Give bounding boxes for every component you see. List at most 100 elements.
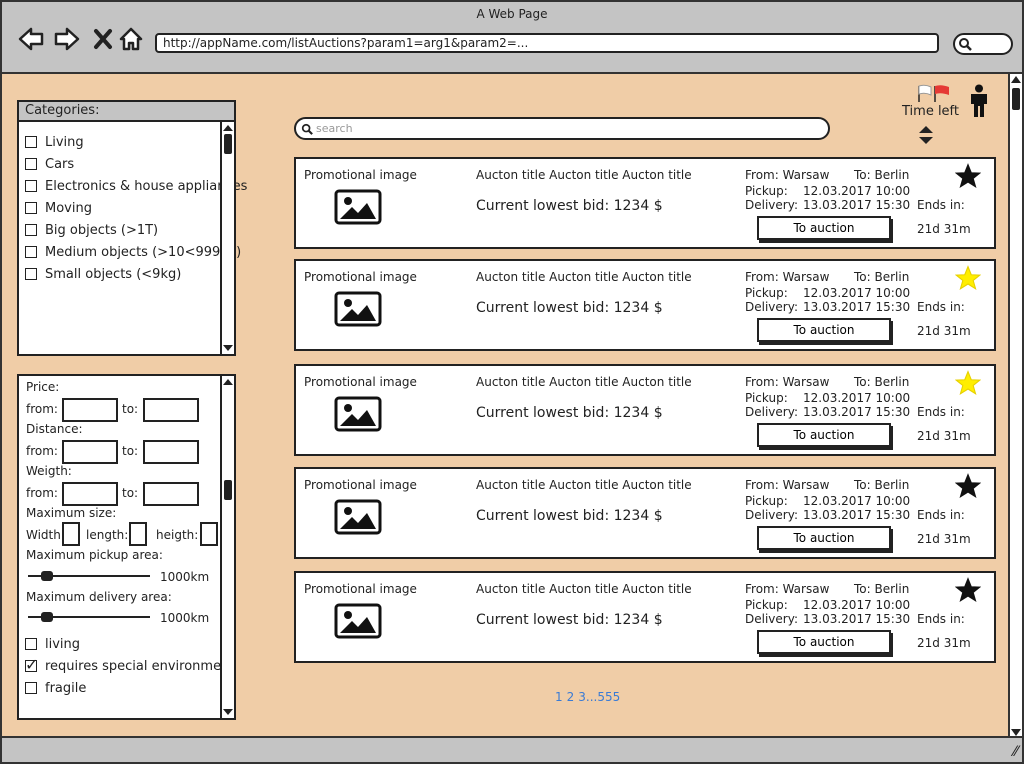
- time-remaining: 21d 31m: [917, 324, 971, 338]
- auction-title[interactable]: Aucton title Aucton title Aucton title: [476, 270, 692, 284]
- pickup-date: 12.03.2017 10:00: [803, 598, 911, 612]
- current-bid: Current lowest bid: 1234 $: [476, 300, 663, 316]
- scroll-up-icon[interactable]: [223, 125, 233, 131]
- browser-search-field[interactable]: [953, 33, 1013, 55]
- forward-icon[interactable]: [52, 24, 82, 54]
- weight-from-input[interactable]: [62, 482, 118, 506]
- to-auction-button[interactable]: To auction: [757, 423, 891, 447]
- category-checkbox[interactable]: [25, 224, 37, 236]
- filter-option-checkbox[interactable]: [25, 638, 37, 650]
- price-to-input[interactable]: [143, 398, 199, 422]
- star-icon[interactable]: [954, 370, 982, 396]
- filters-panel: Price: from: to: Distance: from: to: Wei…: [17, 374, 236, 720]
- category-item[interactable]: Living: [25, 132, 84, 152]
- home-icon[interactable]: [116, 24, 146, 54]
- back-icon[interactable]: [16, 24, 46, 54]
- filters-scrollbar[interactable]: [220, 376, 234, 718]
- page-scrollbar[interactable]: [1008, 74, 1022, 738]
- category-item[interactable]: Cars: [25, 154, 74, 174]
- to-auction-button[interactable]: To auction: [757, 630, 891, 654]
- to-auction-button[interactable]: To auction: [757, 318, 891, 342]
- page-link[interactable]: 2: [567, 690, 575, 704]
- scroll-down-icon[interactable]: [223, 709, 233, 715]
- price-from-input[interactable]: [62, 398, 118, 422]
- user-icon[interactable]: [968, 84, 990, 122]
- star-icon[interactable]: [954, 163, 982, 189]
- category-item[interactable]: Moving: [25, 198, 92, 218]
- resize-grip-icon[interactable]: ⁄⁄: [1013, 744, 1018, 760]
- scroll-down-icon[interactable]: [1011, 729, 1021, 736]
- category-checkbox[interactable]: [25, 246, 37, 258]
- category-label: Small objects (<9kg): [45, 266, 182, 282]
- filter-option[interactable]: living: [25, 634, 80, 654]
- star-icon[interactable]: [954, 473, 982, 499]
- category-checkbox[interactable]: [25, 202, 37, 214]
- delivery-area-slider-handle[interactable]: [41, 612, 54, 622]
- scroll-thumb[interactable]: [1012, 88, 1020, 110]
- address-bar[interactable]: http://appName.com/listAuctions?param1=a…: [155, 33, 939, 53]
- width-input[interactable]: [62, 522, 80, 546]
- to-auction-button[interactable]: To auction: [757, 526, 891, 550]
- auction-title[interactable]: Aucton title Aucton title Aucton title: [476, 168, 692, 182]
- page-link[interactable]: 1: [555, 690, 563, 704]
- destination: To: Berlin: [854, 168, 910, 182]
- sort-arrows-icon[interactable]: [918, 125, 934, 149]
- delivery-area-value: 1000km: [160, 611, 210, 625]
- pickup-area-slider-handle[interactable]: [41, 571, 54, 581]
- scroll-up-icon[interactable]: [223, 379, 233, 385]
- ends-in-label: Ends in:: [917, 405, 965, 419]
- category-label: Big objects (>1T): [45, 222, 159, 238]
- current-bid: Current lowest bid: 1234 $: [476, 405, 663, 421]
- filter-option[interactable]: requires special environment: [25, 655, 234, 676]
- destination: To: Berlin: [854, 270, 910, 284]
- auction-title[interactable]: Aucton title Aucton title Aucton title: [476, 582, 692, 596]
- category-checkbox[interactable]: [25, 268, 37, 280]
- length-input[interactable]: [129, 522, 147, 546]
- delivery-label: Delivery:: [745, 508, 798, 522]
- scroll-thumb[interactable]: [224, 480, 232, 500]
- star-icon[interactable]: [954, 265, 982, 291]
- auction-card: Promotional image Aucton title Aucton ti…: [294, 571, 996, 663]
- filter-option-checkbox[interactable]: [25, 682, 37, 694]
- distance-from-label: from:: [26, 444, 58, 458]
- page-link[interactable]: 3...555: [578, 690, 620, 704]
- distance-from-input[interactable]: [62, 440, 118, 464]
- categories-scrollbar[interactable]: [220, 122, 234, 354]
- scroll-down-icon[interactable]: [223, 345, 233, 351]
- search-field[interactable]: [294, 117, 830, 140]
- window-title: A Web Page: [476, 7, 548, 21]
- auction-card: Promotional image Aucton title Aucton ti…: [294, 467, 996, 559]
- category-checkbox[interactable]: [25, 158, 37, 170]
- pickup-label: Pickup:: [745, 286, 788, 300]
- search-input[interactable]: [316, 120, 816, 137]
- category-checkbox[interactable]: [25, 136, 37, 148]
- height-input[interactable]: [200, 522, 218, 546]
- auction-title[interactable]: Aucton title Aucton title Aucton title: [476, 375, 692, 389]
- weight-to-input[interactable]: [143, 482, 199, 506]
- category-item[interactable]: Big objects (>1T): [25, 220, 158, 240]
- distance-to-input[interactable]: [143, 440, 199, 464]
- category-item[interactable]: Small objects (<9kg): [25, 264, 181, 284]
- weight-to-label: to:: [122, 486, 139, 500]
- star-icon[interactable]: [954, 577, 982, 603]
- pickup-date: 12.03.2017 10:00: [803, 184, 911, 198]
- scroll-thumb[interactable]: [224, 134, 232, 154]
- scroll-up-icon[interactable]: [1011, 76, 1021, 83]
- distance-label: Distance:: [26, 422, 83, 436]
- filter-option-checkbox[interactable]: [25, 655, 38, 674]
- category-item[interactable]: Electronics & house appliances: [25, 176, 247, 196]
- to-auction-button[interactable]: To auction: [757, 216, 891, 240]
- width-label: Width:: [26, 528, 65, 542]
- promo-label: Promotional image: [304, 478, 417, 492]
- pickup-label: Pickup:: [745, 391, 788, 405]
- category-checkbox[interactable]: [25, 180, 37, 192]
- filter-option[interactable]: fragile: [25, 678, 86, 698]
- category-item[interactable]: Medium objects (>10<999kg): [25, 242, 241, 262]
- auction-title[interactable]: Aucton title Aucton title Aucton title: [476, 478, 692, 492]
- delivery-date: 13.03.2017 15:30: [803, 508, 911, 522]
- categories-header: Categories:: [19, 102, 234, 122]
- stop-icon[interactable]: [88, 24, 118, 54]
- category-label: Cars: [45, 156, 75, 172]
- delivery-date: 13.03.2017 15:30: [803, 300, 911, 314]
- time-left-sort-label[interactable]: Time left: [902, 104, 959, 119]
